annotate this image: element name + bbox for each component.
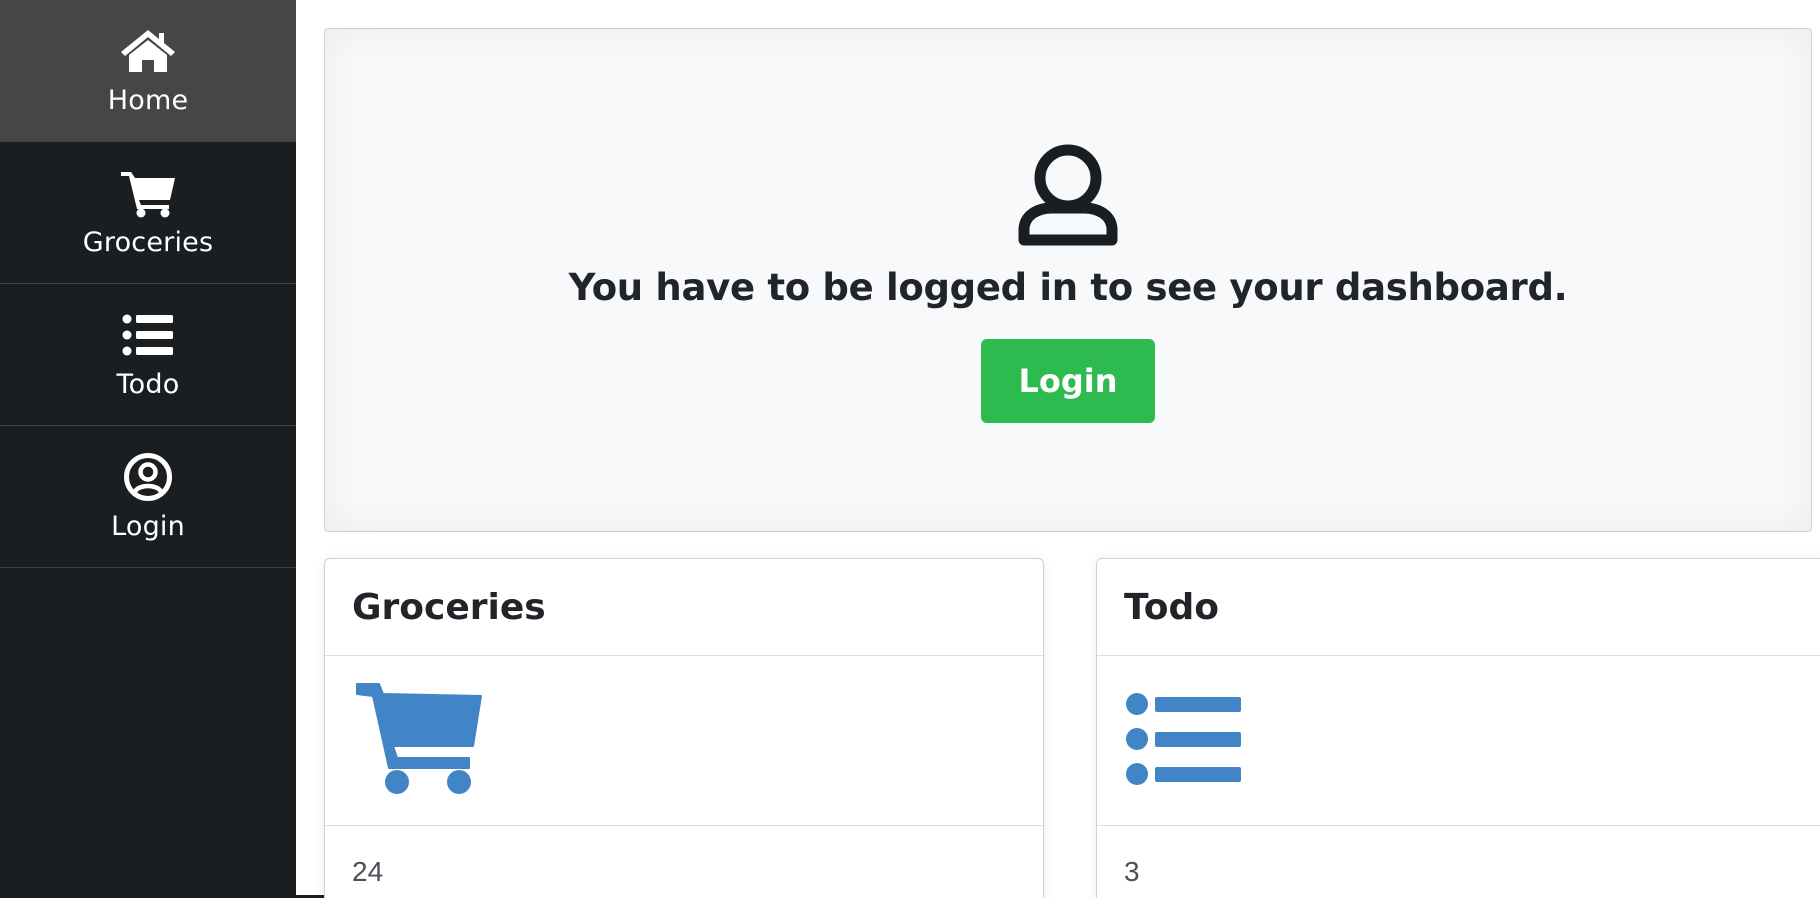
login-prompt-panel: You have to be logged in to see your das… <box>324 28 1812 532</box>
card-body <box>1097 656 1820 826</box>
grocery-count: 24 <box>352 856 384 887</box>
sidebar-item-home[interactable]: Home <box>0 0 296 142</box>
cart-icon <box>119 167 177 219</box>
sidebar-item-login[interactable]: Login <box>0 426 296 568</box>
user-circle-icon <box>119 451 177 503</box>
sidebar-item-groceries[interactable]: Groceries <box>0 142 296 284</box>
list-icon <box>1125 690 1245 791</box>
sidebar-item-label: Login <box>111 511 185 542</box>
todo-card[interactable]: Todo 3 <box>1096 558 1820 898</box>
login-button[interactable]: Login <box>981 339 1155 423</box>
home-icon <box>119 25 177 77</box>
sidebar: Home Groceries Todo Login <box>0 0 296 898</box>
user-icon <box>1012 140 1124 252</box>
main-content: You have to be logged in to see your das… <box>296 0 1820 898</box>
list-icon <box>119 309 177 361</box>
sidebar-item-label: Todo <box>116 369 180 400</box>
sidebar-item-todo[interactable]: Todo <box>0 284 296 426</box>
todo-count: 3 <box>1124 856 1140 887</box>
cart-icon <box>353 680 483 801</box>
card-body <box>325 656 1043 826</box>
card-title: Groceries <box>325 559 1043 656</box>
sidebar-item-label: Groceries <box>82 227 214 258</box>
groceries-card[interactable]: Groceries 24 <box>324 558 1044 898</box>
login-required-message: You have to be logged in to see your das… <box>568 266 1568 309</box>
sidebar-item-label: Home <box>107 85 189 116</box>
card-title: Todo <box>1097 559 1820 656</box>
